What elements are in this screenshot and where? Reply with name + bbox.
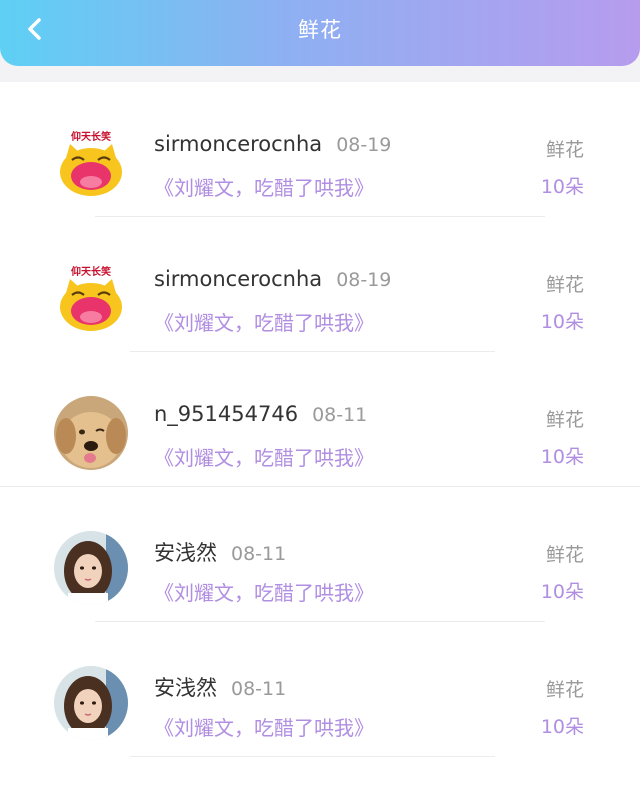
username[interactable]: 安浅然 08-11 (154, 537, 286, 567)
row-divider (130, 756, 495, 757)
avatar[interactable] (54, 666, 128, 740)
gift-date: 08-11 (231, 543, 287, 565)
girl-portrait-photo-icon (54, 666, 128, 740)
gift-message: 《刘耀文，吃醋了哄我》 (154, 176, 374, 200)
avatar-caption: 仰天长笑 (71, 130, 111, 143)
laughing-cat-sticker-icon: 仰天长笑 (54, 261, 128, 335)
username-text: 安浅然 (154, 676, 217, 700)
gift-count: 10朵 (540, 176, 584, 198)
avatar[interactable] (54, 396, 128, 470)
golden-retriever-photo-icon (54, 396, 128, 470)
gift-date: 08-19 (336, 134, 392, 156)
gift-name: 鲜花 (545, 544, 584, 566)
gift-date: 08-19 (336, 269, 392, 291)
gift-name: 鲜花 (545, 679, 584, 701)
avatar[interactable]: 仰天长笑 (54, 261, 128, 335)
top-nav-bar: 鲜花 (0, 0, 640, 66)
gift-date: 08-11 (231, 678, 287, 700)
gift-record[interactable]: 安浅然 08-11 《刘耀文，吃醋了哄我》 鲜花 10朵 (0, 507, 640, 642)
avatar[interactable] (54, 531, 128, 605)
gift-message: 《刘耀文，吃醋了哄我》 (154, 581, 374, 605)
avatar-caption: 仰天长笑 (71, 265, 111, 278)
gift-record[interactable]: 安浅然 08-11 《刘耀文，吃醋了哄我》 鲜花 10朵 (0, 642, 640, 777)
row-divider (0, 486, 640, 487)
gift-name: 鲜花 (545, 274, 584, 296)
gift-count: 10朵 (540, 716, 584, 738)
gift-count: 10朵 (540, 446, 584, 468)
gift-date: 08-11 (312, 404, 368, 426)
page-title: 鲜花 (298, 18, 342, 42)
gift-count: 10朵 (540, 311, 584, 333)
username[interactable]: n_951454746 08-11 (154, 402, 367, 426)
username[interactable]: sirmoncerocnha 08-19 (154, 267, 391, 291)
username[interactable]: sirmoncerocnha 08-19 (154, 132, 391, 156)
username-text: n_951454746 (154, 402, 299, 426)
username-text: 安浅然 (154, 541, 217, 565)
gift-record[interactable]: 仰天长笑 sirmoncerocnha 08-19 《刘耀文，吃醋了哄我》 鲜花 … (0, 237, 640, 372)
row-divider (95, 621, 545, 622)
gift-name: 鲜花 (545, 139, 584, 161)
gift-list[interactable]: 仰天长笑 sirmoncerocnha 08-19 《刘耀文，吃醋了哄我》 鲜花 … (0, 82, 640, 794)
username[interactable]: 安浅然 08-11 (154, 672, 286, 702)
username-text: sirmoncerocnha (154, 132, 323, 156)
gift-message: 《刘耀文，吃醋了哄我》 (154, 446, 374, 470)
girl-portrait-photo-icon (54, 531, 128, 605)
gift-message: 《刘耀文，吃醋了哄我》 (154, 716, 374, 740)
laughing-cat-sticker-icon: 仰天长笑 (54, 126, 128, 200)
gift-record[interactable]: n_951454746 08-11 《刘耀文，吃醋了哄我》 鲜花 10朵 (0, 372, 640, 507)
row-divider (95, 216, 545, 217)
row-divider (130, 351, 495, 352)
gift-record[interactable]: 仰天长笑 sirmoncerocnha 08-19 《刘耀文，吃醋了哄我》 鲜花 … (0, 102, 640, 237)
username-text: sirmoncerocnha (154, 267, 323, 291)
gift-message: 《刘耀文，吃醋了哄我》 (154, 311, 374, 335)
avatar[interactable]: 仰天长笑 (54, 126, 128, 200)
gift-count: 10朵 (540, 581, 584, 603)
gift-name: 鲜花 (545, 409, 584, 431)
